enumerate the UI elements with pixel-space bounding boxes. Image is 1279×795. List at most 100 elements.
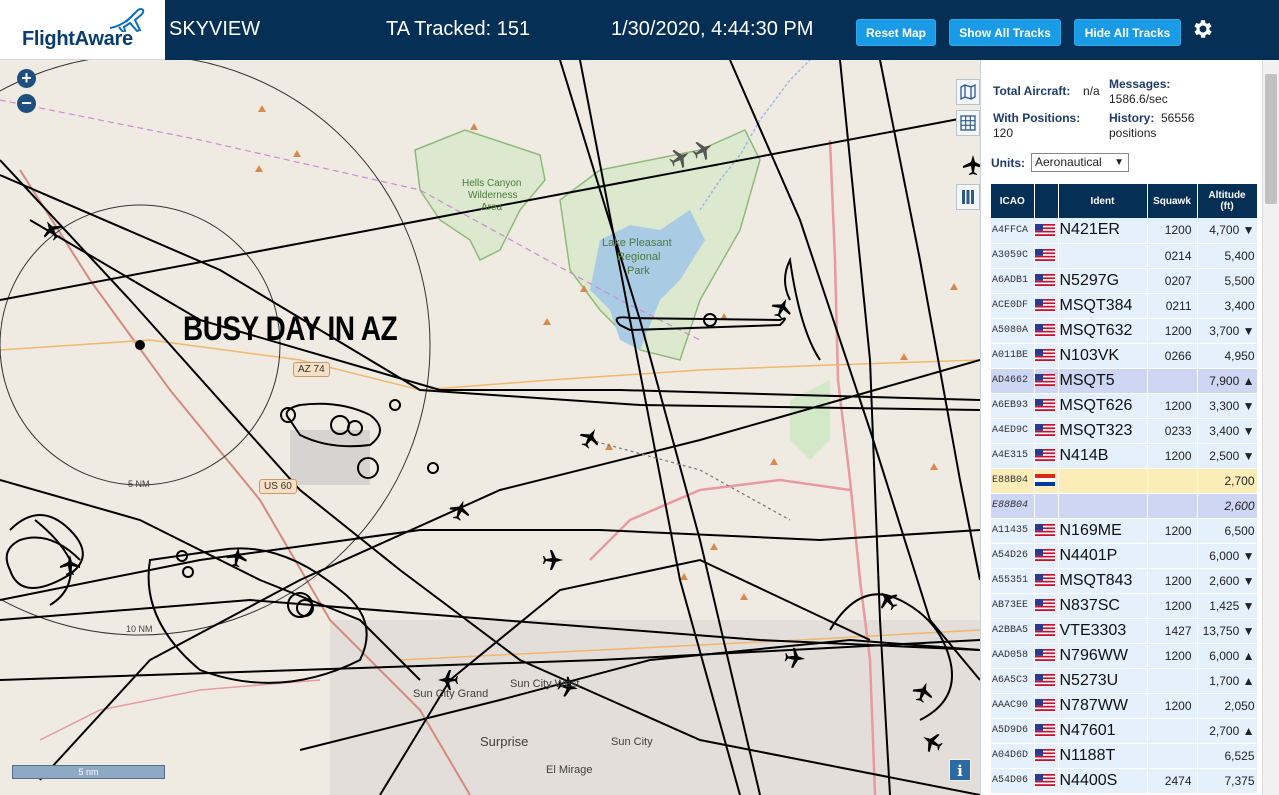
row-altitude: 3,400 — [1197, 293, 1258, 319]
table-row[interactable]: E88B04 2,600 — [991, 493, 1258, 519]
range-ring-label-5nm: 5 NM — [128, 479, 150, 489]
row-altitude: 3,400 ▼ — [1197, 418, 1258, 444]
us-flag-icon — [1034, 599, 1055, 612]
altitude-header-label: Altitude — [1208, 190, 1246, 201]
history-label: History: — [1109, 111, 1155, 125]
zoom-in-button[interactable]: + — [17, 69, 36, 88]
grid-toggle-button[interactable] — [956, 110, 980, 136]
units-select-value: Aeronautical — [1035, 155, 1102, 169]
row-ident — [1058, 468, 1148, 494]
row-flag — [1034, 668, 1059, 694]
row-icao: AD4662 — [991, 368, 1035, 394]
row-flag — [1034, 443, 1059, 469]
map-view[interactable]: Hells Canyon Wilderness Area Lake Pleasa… — [0, 60, 980, 795]
row-flag — [1034, 618, 1059, 644]
row-ident: N796WW — [1058, 643, 1148, 669]
show-all-tracks-button[interactable]: Show All Tracks — [949, 19, 1061, 46]
us-flag-icon — [1034, 349, 1055, 362]
row-icao: A3059C — [991, 243, 1035, 269]
row-ident: N4400S — [1058, 768, 1148, 794]
table-row[interactable]: AB73EE N837SC 1200 1,425 ▼ — [991, 593, 1258, 619]
column-header-icao[interactable]: ICAO — [991, 184, 1035, 218]
row-squawk — [1147, 668, 1198, 694]
row-squawk — [1147, 718, 1198, 744]
row-altitude: 7,375 — [1197, 768, 1258, 794]
messages-value: 1586.6/sec — [1109, 92, 1168, 106]
row-squawk — [1147, 468, 1198, 494]
row-flag — [1034, 343, 1059, 369]
columns-button[interactable] — [956, 184, 980, 210]
table-row[interactable]: A4FFCA N421ER 1200 4,700 ▼ — [991, 218, 1258, 244]
table-row[interactable]: A6A5C3 N5273U 1,700 ▲ — [991, 668, 1258, 694]
table-row[interactable]: A4ED9C MSQT323 0233 3,400 ▼ — [991, 418, 1258, 444]
table-row[interactable]: A6ADB1 N5297G 0207 5,500 — [991, 268, 1258, 294]
row-squawk: 1200 — [1147, 643, 1198, 669]
table-row[interactable]: A4E315 N414B 1200 2,500 ▼ — [991, 443, 1258, 469]
us-flag-icon — [1034, 724, 1055, 737]
panel-scrollbar[interactable] — [1262, 60, 1279, 795]
table-row[interactable]: A55351 MSQT843 1200 2,600 ▼ — [991, 568, 1258, 594]
map-canvas[interactable] — [0, 60, 980, 795]
info-button[interactable]: i — [949, 759, 971, 781]
scrollbar-thumb[interactable] — [1265, 74, 1277, 204]
table-row[interactable]: A5080A MSQT632 1200 3,700 ▼ — [991, 318, 1258, 344]
reset-map-button[interactable]: Reset Map — [856, 19, 936, 46]
aircraft-table: ICAO Ident Squawk Altitude (ft) A4FFCA N4… — [991, 184, 1258, 794]
row-icao: AAD058 — [991, 643, 1035, 669]
table-row[interactable]: AAD058 N796WW 1200 6,000 ▲ — [991, 643, 1258, 669]
table-row[interactable]: A11435 N169ME 1200 6,500 — [991, 518, 1258, 544]
map-label-regional: Regional — [617, 251, 661, 263]
us-flag-icon — [1034, 624, 1055, 637]
row-ident: MSQT323 — [1058, 418, 1148, 444]
column-header-flag[interactable] — [1034, 184, 1059, 218]
table-row[interactable]: A5D9D6 N47601 2,700 ▲ — [991, 718, 1258, 744]
units-label: Units: — [991, 156, 1025, 170]
row-altitude: 5,500 — [1197, 268, 1258, 294]
table-row[interactable]: A2BBA5 VTE3303 1427 13,750 ▼ — [991, 618, 1258, 644]
table-row[interactable]: A3059C 0214 5,400 — [991, 243, 1258, 269]
hide-all-tracks-button[interactable]: Hide All Tracks — [1074, 19, 1181, 46]
table-row[interactable]: ACE0DF MSQT384 0211 3,400 — [991, 293, 1258, 319]
row-icao: AB73EE — [991, 593, 1035, 619]
table-row[interactable]: A54D26 N4401P 6,000 ▼ — [991, 543, 1258, 569]
row-icao: A6A5C3 — [991, 668, 1035, 694]
units-select[interactable]: Aeronautical ▼ — [1031, 153, 1129, 172]
row-squawk — [1147, 743, 1198, 769]
table-row[interactable]: AAAC90 N787WW 1200 2,050 — [991, 693, 1258, 719]
row-flag — [1034, 643, 1059, 669]
gear-icon[interactable] — [1191, 17, 1215, 41]
row-icao: A4E315 — [991, 443, 1035, 469]
table-row[interactable]: AD4662 MSQT5 7,900 ▲ — [991, 368, 1258, 394]
map-icon — [960, 84, 976, 100]
ta-tracked-count: TA Tracked: 151 — [386, 18, 531, 40]
row-squawk: 0233 — [1147, 418, 1198, 444]
us-flag-icon — [1034, 649, 1055, 662]
row-ident: N421ER — [1058, 218, 1148, 244]
table-row[interactable]: A6EB93 MSQT626 1200 3,300 ▼ — [991, 393, 1258, 419]
aircraft-table-body: A4FFCA N421ER 1200 4,700 ▼ A3059C 0214 5,400 A6… — [991, 218, 1258, 794]
map-scale-bar: 5 nm — [12, 765, 165, 779]
table-row[interactable]: A011BE N103VK 0266 4,950 — [991, 343, 1258, 369]
row-icao: A11435 — [991, 518, 1035, 544]
column-header-squawk[interactable]: Squawk — [1147, 184, 1198, 218]
zoom-out-button[interactable]: − — [17, 94, 36, 113]
row-ident: MSQT384 — [1058, 293, 1148, 319]
row-ident: MSQT5 — [1058, 368, 1148, 394]
column-header-ident[interactable]: Ident — [1058, 184, 1148, 218]
flightaware-logo[interactable]: FlightAware — [0, 0, 165, 60]
row-flag — [1034, 693, 1059, 719]
map-layer-button[interactable] — [956, 79, 980, 105]
column-header-altitude[interactable]: Altitude (ft) — [1197, 184, 1258, 218]
table-row[interactable]: E88B04 2,700 — [991, 468, 1258, 494]
row-flag — [1034, 243, 1059, 269]
road-badge-az74: AZ 74 — [293, 362, 330, 377]
row-ident: N1188T — [1058, 743, 1148, 769]
row-altitude: 2,050 — [1197, 693, 1258, 719]
table-row[interactable]: A54D06 N4400S 2474 7,375 — [991, 768, 1258, 794]
current-datetime: 1/30/2020, 4:44:30 PM — [611, 18, 814, 40]
table-row[interactable]: A04D6D N1188T 6,525 — [991, 743, 1258, 769]
row-ident: N787WW — [1058, 693, 1148, 719]
row-flag — [1034, 418, 1059, 444]
row-altitude: 2,700 — [1197, 468, 1258, 494]
row-flag — [1034, 393, 1059, 419]
